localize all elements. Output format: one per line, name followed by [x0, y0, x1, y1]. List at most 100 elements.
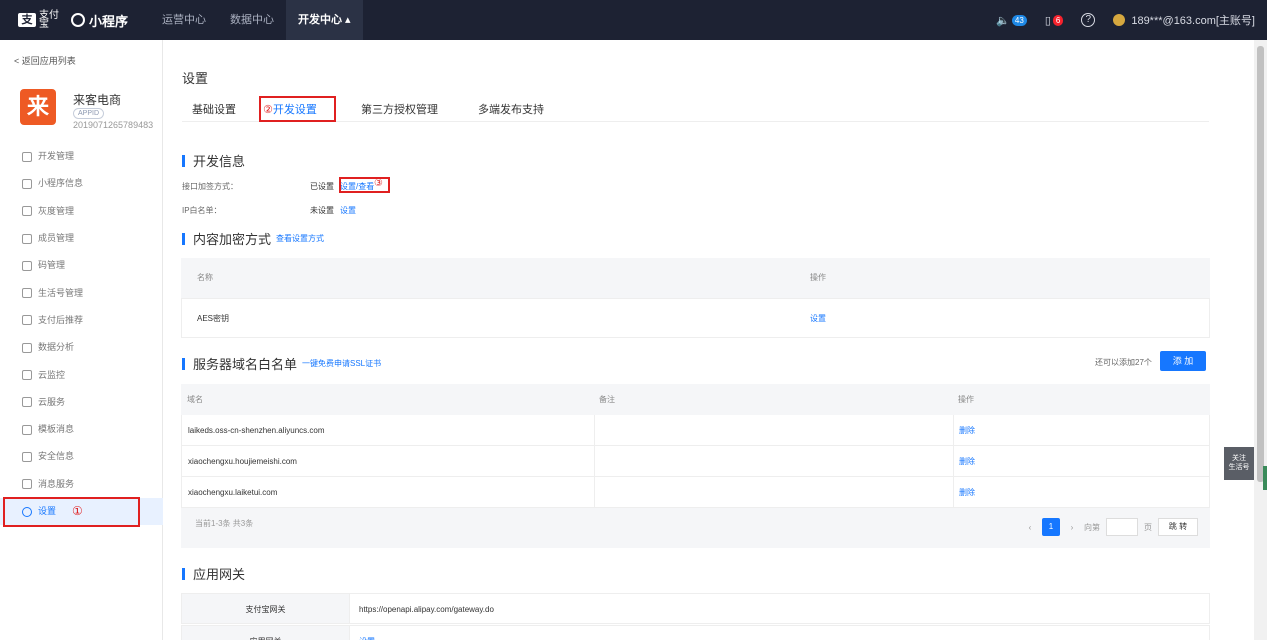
next-page-icon[interactable]: ›: [1066, 523, 1078, 532]
sign-method-status: 已设置: [310, 182, 334, 191]
aes-key-setting-link[interactable]: 设置: [810, 299, 826, 339]
column-divider: [594, 477, 595, 508]
gateway-label: 支付宝网关: [182, 594, 350, 623]
column-divider: [953, 477, 954, 508]
message-button[interactable]: ▯ 6: [1045, 14, 1064, 27]
col-op-header: 操作: [810, 273, 826, 282]
logo-text: 支付宝: [39, 10, 59, 30]
view-encrypt-method-link[interactable]: 查看设置方式: [276, 233, 324, 244]
section-dev-info-title: 开发信息: [182, 151, 245, 170]
nav-data[interactable]: 数据中心: [218, 0, 286, 40]
page-number-button[interactable]: 1: [1042, 518, 1060, 536]
nav-operations[interactable]: 运营中心: [150, 0, 218, 40]
user-icon: [22, 233, 32, 244]
tab-basic-settings[interactable]: 基础设置: [192, 101, 236, 117]
alipay-mark-icon: 支: [18, 13, 36, 27]
add-domain-button[interactable]: 添 加: [1160, 351, 1206, 371]
miniapp-icon: [71, 13, 85, 27]
section-title-text: 应用网关: [193, 567, 246, 582]
prev-page-icon[interactable]: ‹: [1024, 523, 1036, 532]
pagination-total: 当前1-3条 共3条: [195, 519, 254, 528]
sidebar-item-cloud-monitor[interactable]: 云监控: [0, 361, 163, 388]
pagination: ‹ 1 › 向第 页 跳 转: [1024, 518, 1198, 536]
account-menu[interactable]: 189***@163.com[主账号]: [1113, 12, 1255, 28]
domain-cell: laikeds.oss-cn-shenzhen.aliyuncs.com: [188, 426, 325, 435]
section-title-text: 内容加密方式: [193, 232, 272, 247]
delete-link[interactable]: 删除: [959, 446, 975, 477]
sidebar-item-analytics[interactable]: 数据分析: [0, 334, 163, 361]
sidebar-item-label: 云服务: [38, 396, 66, 407]
ip-whitelist-value: 未设置 设置: [310, 205, 356, 216]
tab-third-party-auth[interactable]: 第三方授权管理: [361, 101, 438, 117]
jump-button[interactable]: 跳 转: [1158, 518, 1198, 536]
gateway-label: 应用网关: [182, 626, 350, 640]
sidebar-item-label: 灰度管理: [38, 205, 75, 216]
column-divider: [594, 446, 595, 477]
follow-life-account-button[interactable]: 关注 生活号: [1224, 447, 1254, 480]
scroll-thumb[interactable]: [1257, 46, 1264, 482]
grid-icon: [22, 178, 32, 189]
table-header: 名称 操作: [181, 258, 1210, 298]
clock-icon: [22, 342, 32, 353]
table-row: xiaochengxu.laiketui.com 删除: [181, 477, 1210, 508]
sidebar-item-dev-management[interactable]: 开发管理: [0, 143, 163, 170]
sidebar-item-label: 成员管理: [38, 233, 75, 244]
annotation-box-1: [3, 497, 140, 527]
page-unit-label: 页: [1144, 522, 1152, 532]
table-row: AES密钥 设置: [181, 298, 1210, 338]
broadcast-icon: [22, 206, 32, 217]
delete-link[interactable]: 删除: [959, 415, 975, 446]
monitor-icon: [22, 315, 32, 326]
code-icon: [22, 151, 32, 162]
help-icon[interactable]: ?: [1081, 13, 1096, 27]
sidebar-item-security[interactable]: 安全信息: [0, 443, 163, 470]
speaker-icon: 🔈: [996, 14, 1010, 27]
notification-button[interactable]: 🔈 43: [996, 14, 1027, 27]
page-jump-input[interactable]: [1106, 518, 1138, 536]
back-to-app-list-link[interactable]: < 返回应用列表: [14, 54, 76, 67]
sidebar-item-label: 支付后推荐: [38, 314, 84, 325]
sidebar-item-miniapp-info[interactable]: 小程序信息: [0, 170, 163, 197]
nav-dev-center[interactable]: 开发中心 ▴: [286, 0, 363, 40]
table-row: laikeds.oss-cn-shenzhen.aliyuncs.com 删除: [181, 415, 1210, 446]
sidebar-item-members[interactable]: 成员管理: [0, 225, 163, 252]
section-domain-title: 服务器域名白名单 一键免费申请SSL证书: [182, 354, 381, 373]
app-gateway-setting-link[interactable]: 设置: [359, 626, 375, 640]
main-content: 设置 基础设置 ②开发设置 第三方授权管理 多端发布支持 开发信息 接口加签方式…: [163, 40, 1254, 640]
side-tab[interactable]: [1263, 466, 1267, 490]
delete-link[interactable]: 删除: [959, 477, 975, 508]
sidebar-item-label: 开发管理: [38, 151, 75, 162]
sidebar-item-label: 数据分析: [38, 342, 75, 353]
info-icon: [22, 451, 32, 462]
ssl-cert-link[interactable]: 一键免费申请SSL证书: [302, 358, 381, 369]
col-op-header: 操作: [958, 395, 974, 404]
alipay-logo[interactable]: 支 支付宝 小程序: [18, 10, 128, 30]
scrollbar[interactable]: [1254, 40, 1267, 640]
notification-badge: 43: [1011, 14, 1027, 26]
sidebar-item-post-pay[interactable]: 支付后推荐: [0, 307, 163, 334]
sidebar-item-msg-service[interactable]: 消息服务: [0, 471, 163, 498]
top-nav: 运营中心 数据中心 开发中心 ▴: [150, 0, 363, 40]
sidebar-item-life-account[interactable]: 生活号管理: [0, 279, 163, 306]
app-id: 2019071265789483: [73, 120, 154, 130]
table-row: 支付宝网关 https://openapi.alipay.com/gateway…: [181, 593, 1210, 624]
sidebar-item-label: 模板消息: [38, 424, 75, 435]
table-row: 应用网关 设置: [181, 625, 1210, 640]
qrcode-icon: [22, 260, 32, 271]
col-name-header: 名称: [197, 273, 213, 282]
cloud-icon: [22, 397, 32, 408]
tab-multi-platform[interactable]: 多端发布支持: [478, 101, 544, 117]
sidebar-item-gray-release[interactable]: 灰度管理: [0, 198, 163, 225]
ip-whitelist-label: IP白名单：: [182, 206, 222, 215]
appid-tag: APPID: [73, 108, 105, 119]
ip-whitelist-setting-link[interactable]: 设置: [340, 206, 356, 215]
sidebar-item-code-management[interactable]: 码管理: [0, 252, 163, 279]
goto-label: 向第: [1084, 522, 1100, 532]
sidebar-item-label: 安全信息: [38, 451, 75, 462]
table-header: 域名 备注 操作: [181, 384, 1210, 415]
avatar: [1113, 14, 1126, 26]
sidebar-item-label: 码管理: [38, 260, 66, 271]
sidebar-item-template-msg[interactable]: 模板消息: [0, 416, 163, 443]
sidebar-item-cloud-service[interactable]: 云服务: [0, 389, 163, 416]
section-gateway-title: 应用网关: [182, 564, 245, 583]
